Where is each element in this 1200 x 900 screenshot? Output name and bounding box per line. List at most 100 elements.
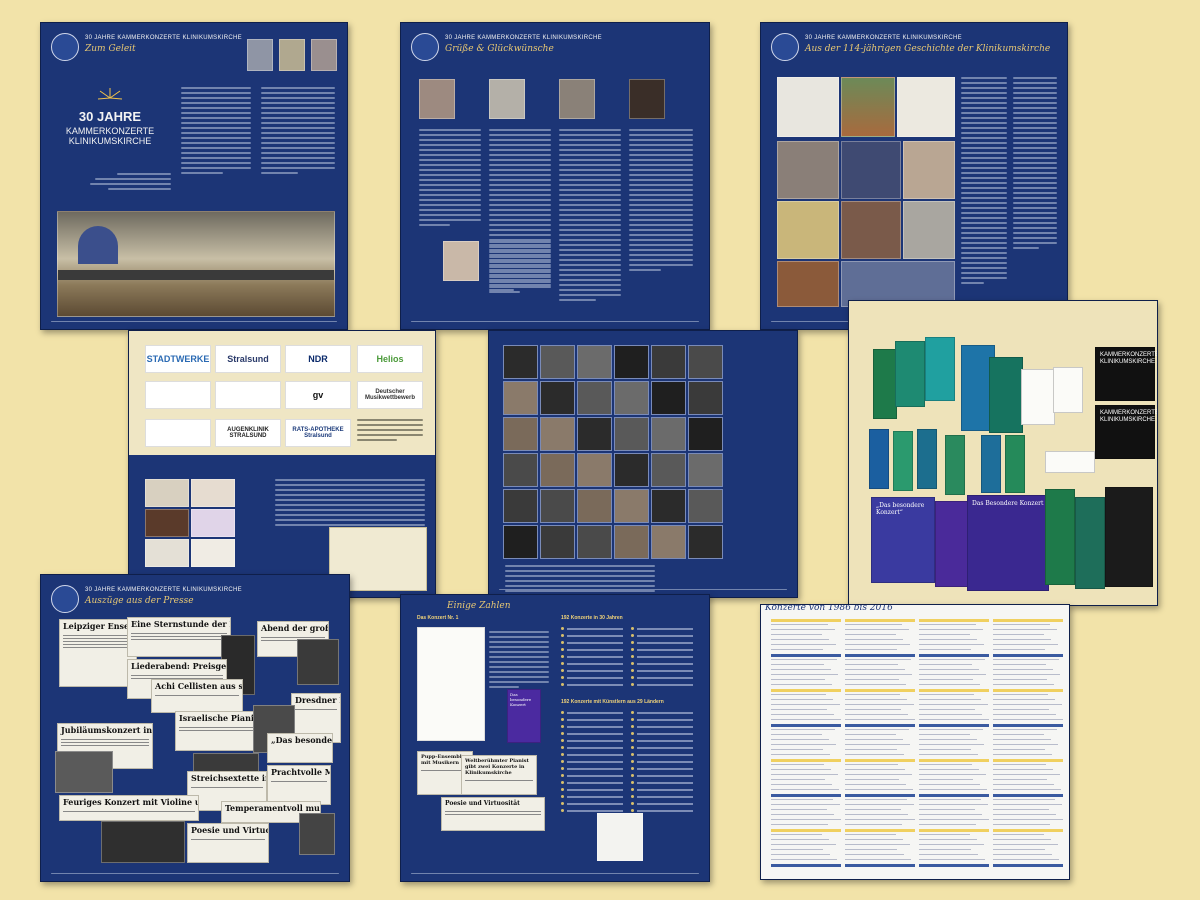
- poster-white: [1021, 369, 1055, 425]
- portrait-photo: [419, 79, 455, 119]
- table-row: [845, 774, 912, 775]
- table-row: [919, 649, 971, 650]
- table-row: [993, 649, 1045, 650]
- table-row: [845, 634, 896, 635]
- list-bullet: [631, 739, 634, 742]
- list-bullet: [561, 648, 564, 651]
- press-photo: [297, 639, 339, 685]
- table-row: [771, 664, 824, 665]
- table-row: [919, 759, 989, 762]
- table-row: [771, 669, 831, 670]
- ticket: [893, 431, 913, 491]
- press-clipping: Achi Cellisten aus sieben Ländern: [151, 679, 243, 713]
- list-bullet: [631, 648, 634, 651]
- table-row: [845, 674, 912, 675]
- church-logo-icon: [411, 33, 439, 61]
- list-item: [567, 733, 623, 735]
- table-row: [919, 724, 989, 727]
- table-row: [993, 699, 1055, 700]
- list-item: [637, 740, 693, 742]
- list-item: [637, 782, 693, 784]
- flyer-teal: [1075, 497, 1105, 589]
- table-row: [919, 749, 971, 750]
- thank-you-photo: [145, 539, 189, 567]
- table-row: [919, 639, 977, 640]
- list-bullet: [561, 627, 564, 630]
- artist-photo: [688, 453, 723, 487]
- history-photo: [841, 141, 901, 199]
- banner-black: KAMMERKONZERTE KLINIKUMSKIRCHE: [1095, 347, 1157, 401]
- list-bullet: [631, 662, 634, 665]
- cover-title-line-1: 30 JAHRE: [78, 109, 142, 124]
- table-row: [919, 684, 980, 685]
- table-row: [771, 639, 829, 640]
- list-bullet: [631, 711, 634, 714]
- table-row: [845, 759, 915, 762]
- artist-photo: [503, 345, 538, 379]
- spread-zum-geleit: 30 JAHRE KAMMERKONZERTE KLINIKUMSKIRCHE …: [40, 22, 348, 330]
- portrait-photo: [279, 39, 305, 71]
- table-row: [993, 689, 1063, 692]
- table-row: [771, 649, 823, 650]
- floor-plan-image: [777, 77, 839, 137]
- list-item: [637, 663, 693, 665]
- artist-photo: [540, 489, 575, 523]
- table-row: [919, 669, 979, 670]
- table-row: [771, 749, 823, 750]
- church-logo-icon: [51, 33, 79, 61]
- text-column: [489, 631, 549, 691]
- table-row: [919, 849, 971, 850]
- sponsor-logo-stralsund: Stralsund: [215, 345, 281, 373]
- table-row: [845, 839, 903, 840]
- table-row: [919, 794, 989, 797]
- header-subtitle: Grüße & Glückwünsche: [445, 44, 554, 54]
- table-row: [845, 704, 914, 705]
- table-row: [845, 689, 915, 692]
- sponsor-logo: [145, 381, 211, 409]
- thank-you-photo: [191, 479, 235, 507]
- artist-photo-grid: [503, 345, 725, 561]
- table-row: [919, 859, 985, 860]
- portrait-photo: [443, 241, 479, 281]
- text-column: [181, 87, 251, 177]
- table-row: [771, 734, 822, 735]
- banner-black: KAMMERKONZERTE KLINIKUMSKIRCHE: [1095, 405, 1157, 459]
- table-row: [845, 779, 899, 780]
- table-row: [845, 729, 909, 730]
- table-row: [771, 744, 836, 745]
- table-row: [845, 809, 901, 810]
- table-row: [919, 664, 972, 665]
- list-bullet: [631, 641, 634, 644]
- table-row: [993, 639, 1051, 640]
- header-subtitle: Auszüge aus der Presse: [85, 596, 194, 606]
- table-row: [845, 769, 905, 770]
- table-row: [919, 824, 976, 825]
- list-bullet: [561, 662, 564, 665]
- table-row: [993, 744, 1058, 745]
- table-row: [993, 669, 1053, 670]
- portrait-photo: [559, 79, 595, 119]
- table-row: [993, 769, 1053, 770]
- poster-cyan: [925, 337, 955, 401]
- list-bullet: [561, 718, 564, 721]
- text-column: [261, 87, 335, 177]
- table-row: [845, 754, 904, 755]
- artist-photo: [651, 489, 686, 523]
- table-row: [919, 674, 986, 675]
- table-row: [845, 784, 906, 785]
- list-bullet: [631, 788, 634, 791]
- table-row: [845, 819, 915, 820]
- table-row: [771, 689, 841, 692]
- table-row: [771, 809, 827, 810]
- table-row: [993, 859, 1059, 860]
- table-row: [919, 809, 975, 810]
- sponsor-logo-rats-apotheke: RATS-APOTHEKE Stralsund: [285, 419, 351, 447]
- artist-photo: [614, 525, 649, 559]
- list-bullet: [631, 774, 634, 777]
- table-row: [845, 744, 910, 745]
- table-row: [919, 774, 986, 775]
- spread-kuenstler: [488, 330, 798, 598]
- artist-photo: [503, 417, 538, 451]
- sponsor-logo-gv: gv: [285, 381, 351, 409]
- sponsor-logo-musikwettbewerb: Deutscher Musikwettbewerb: [357, 381, 423, 409]
